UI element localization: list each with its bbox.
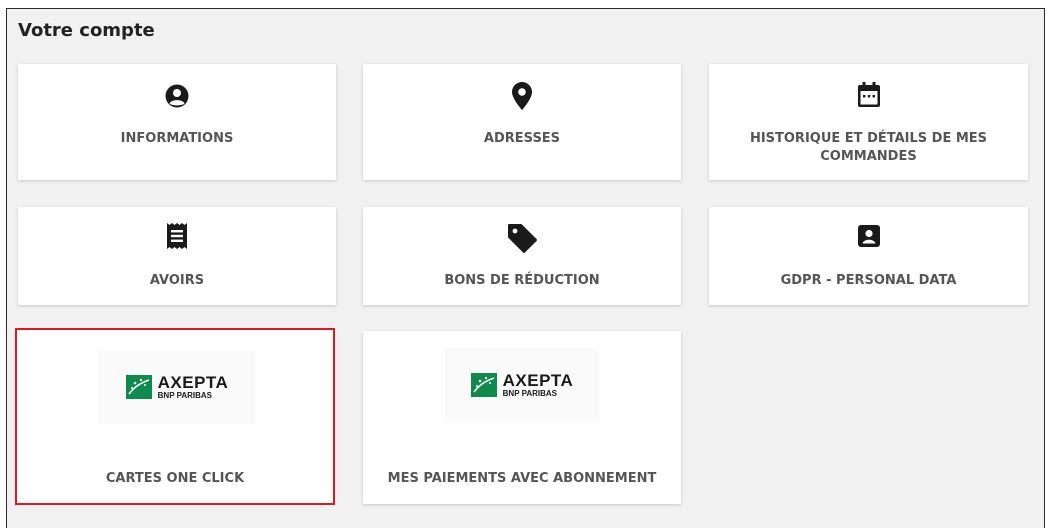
axepta-logo: AXEPTA BNP PARIBAS — [445, 348, 599, 422]
logo-brand: AXEPTA — [502, 371, 574, 390]
tile-cartes-one-click[interactable]: AXEPTA BNP PARIBAS CARTES ONE CLICK — [15, 328, 335, 505]
tile-label: AVOIRS — [149, 273, 205, 288]
tile-informations[interactable]: INFORMATIONS — [18, 64, 336, 180]
logo-sub: BNP PARIBAS — [157, 391, 213, 400]
tag-icon — [363, 223, 681, 253]
tile-gdpr[interactable]: GDPR - PERSONAL DATA — [709, 207, 1028, 305]
tile-historique[interactable]: HISTORIQUE ET DÉTAILS DE MES COMMANDES — [709, 64, 1028, 180]
tile-avoirs[interactable]: AVOIRS — [18, 207, 336, 305]
tile-label: INFORMATIONS — [120, 131, 234, 146]
bnp-stars-icon — [125, 375, 152, 399]
user-circle-icon — [18, 84, 336, 108]
axepta-logo: AXEPTA BNP PARIBAS — [99, 350, 255, 424]
tile-label: MES PAIEMENTS AVEC ABONNEMENT — [387, 471, 657, 486]
contact-card-icon — [709, 224, 1028, 248]
map-marker-icon — [363, 82, 681, 110]
tile-label: CARTES ONE CLICK — [105, 471, 245, 486]
tile-adresses[interactable]: ADRESSES — [363, 64, 681, 180]
tile-mes-paiements-avec-abonnement[interactable]: AXEPTA BNP PARIBAS MES PAIEMENTS AVEC AB… — [363, 331, 681, 504]
tile-label: BONS DE RÉDUCTION — [444, 273, 600, 288]
tile-label: GDPR - PERSONAL DATA — [780, 273, 957, 288]
receipt-icon — [18, 223, 336, 249]
logo-brand: AXEPTA — [157, 373, 229, 392]
bnp-stars-icon — [470, 373, 497, 397]
tile-label: ADRESSES — [483, 131, 561, 146]
page-title: Votre compte — [18, 20, 155, 41]
tile-bons-de-reduction[interactable]: BONS DE RÉDUCTION — [363, 207, 681, 305]
tile-label: HISTORIQUE ET DÉTAILS DE MES COMMANDES — [749, 131, 988, 164]
logo-sub: BNP PARIBAS — [502, 389, 558, 398]
calendar-icon — [709, 82, 1028, 108]
